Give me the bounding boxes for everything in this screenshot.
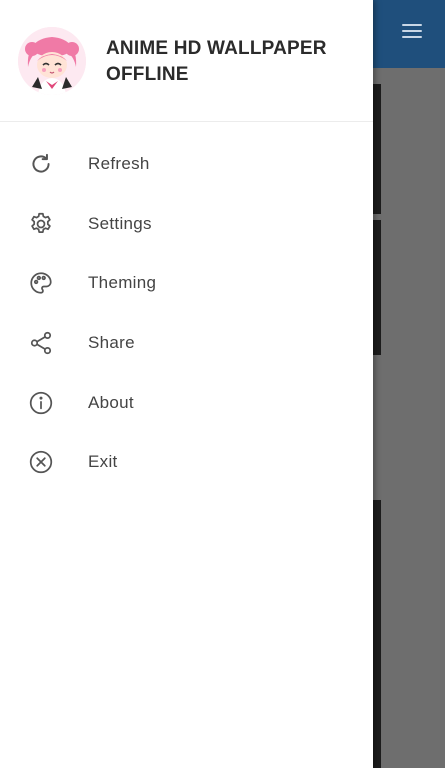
app-logo-avatar bbox=[18, 27, 86, 95]
drawer-item-label: Exit bbox=[88, 452, 118, 472]
drawer-item-label: Share bbox=[88, 332, 135, 352]
drawer-item-share[interactable]: Share bbox=[0, 313, 373, 373]
refresh-icon bbox=[27, 150, 55, 178]
drawer-menu: Refresh Settings Theming Share About Exi… bbox=[0, 122, 373, 492]
app-title: ANIME HD WALLPAPER OFFLINE bbox=[106, 38, 327, 85]
drawer-item-exit[interactable]: Exit bbox=[0, 432, 373, 492]
wallpaper-thumbnail bbox=[373, 84, 381, 214]
wallpaper-thumbnail bbox=[373, 220, 381, 355]
wallpaper-grid-scrim[interactable] bbox=[373, 68, 445, 768]
gear-icon bbox=[27, 210, 55, 238]
share-icon bbox=[27, 329, 55, 357]
info-icon bbox=[27, 389, 55, 417]
palette-icon bbox=[27, 269, 55, 297]
drawer-item-label: About bbox=[88, 392, 134, 412]
wallpaper-thumbnail bbox=[373, 500, 381, 768]
drawer-item-about[interactable]: About bbox=[0, 373, 373, 433]
drawer-item-label: Settings bbox=[88, 213, 152, 233]
drawer-item-settings[interactable]: Settings bbox=[0, 194, 373, 254]
hamburger-menu-icon[interactable] bbox=[402, 24, 422, 40]
drawer-header: ANIME HD WALLPAPER OFFLINE bbox=[0, 0, 373, 122]
drawer-item-label: Theming bbox=[88, 273, 157, 293]
close-circle-icon bbox=[27, 448, 55, 476]
drawer-item-theming[interactable]: Theming bbox=[0, 253, 373, 313]
drawer-item-label: Refresh bbox=[88, 153, 150, 173]
navigation-drawer: ANIME HD WALLPAPER OFFLINE Refresh Setti… bbox=[0, 0, 373, 768]
drawer-item-refresh[interactable]: Refresh bbox=[0, 134, 373, 194]
